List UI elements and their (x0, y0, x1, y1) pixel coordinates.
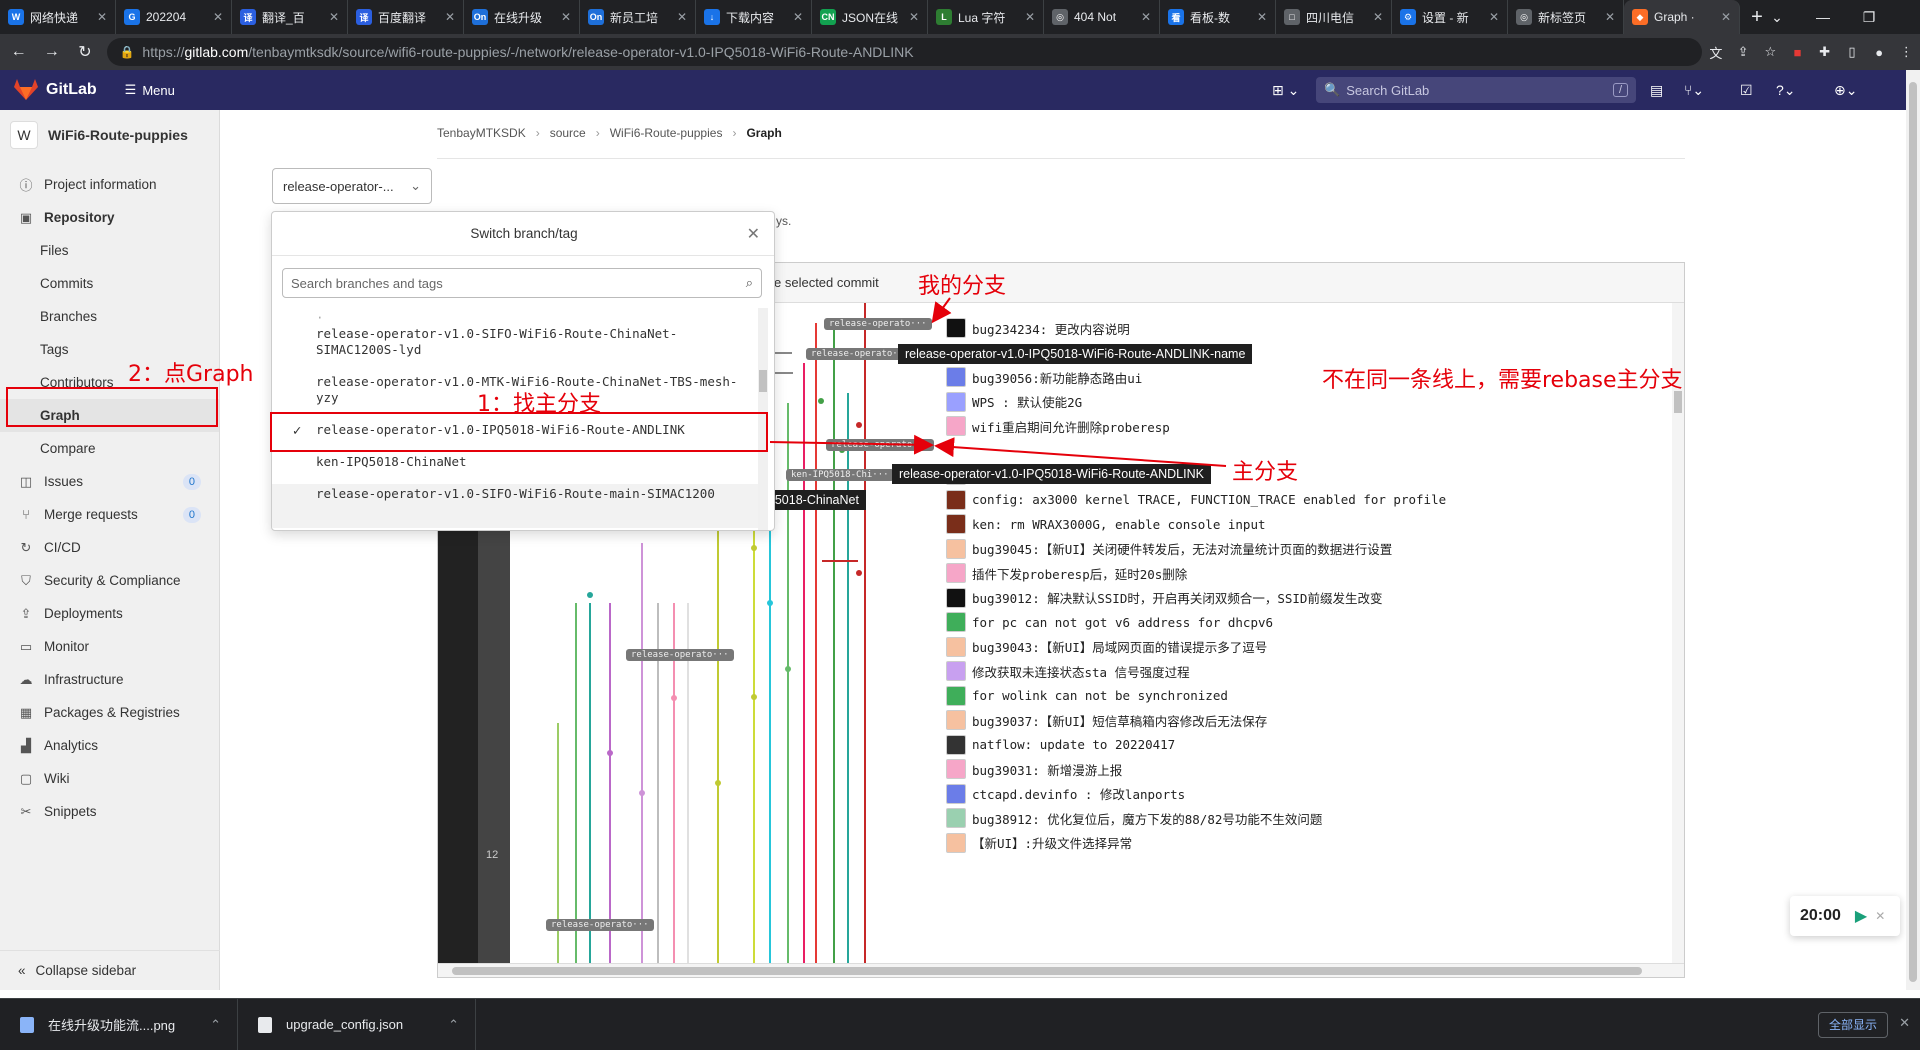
download-item[interactable]: upgrade_config.json ⌃ (238, 998, 476, 1050)
scroll-thumb[interactable] (1909, 82, 1917, 982)
chevron-up-icon[interactable]: ⌃ (448, 1017, 459, 1033)
image-file-icon (20, 1016, 34, 1033)
page-scrollbar[interactable] (1906, 70, 1920, 990)
arrow-from-selected (769, 434, 934, 455)
close-icon[interactable]: ✕ (1899, 1015, 1910, 1031)
arrow-main-branch (934, 437, 1227, 467)
file-icon (258, 1016, 272, 1033)
show-all-downloads-button[interactable]: 全部显示 (1817, 1012, 1888, 1038)
timer-time: 20:00 (1800, 907, 1841, 924)
chevron-up-icon[interactable]: ⌃ (210, 1017, 221, 1033)
timer-widget[interactable]: 20:00 ▶ ✕ (1790, 896, 1900, 936)
annotation-arrows (769, 297, 1227, 467)
download-bar: 在线升级功能流....png ⌃ upgrade_config.json ⌃ 全部显… (0, 998, 1920, 1050)
download-filename: upgrade_config.json (286, 1017, 404, 1032)
close-icon[interactable]: ✕ (1875, 909, 1885, 923)
download-filename: 在线升级功能流....png (48, 1018, 176, 1033)
arrow-my-branch (931, 297, 952, 324)
download-item[interactable]: 在线升级功能流....png ⌃ (0, 998, 238, 1050)
play-icon[interactable]: ▶ (1855, 906, 1867, 926)
